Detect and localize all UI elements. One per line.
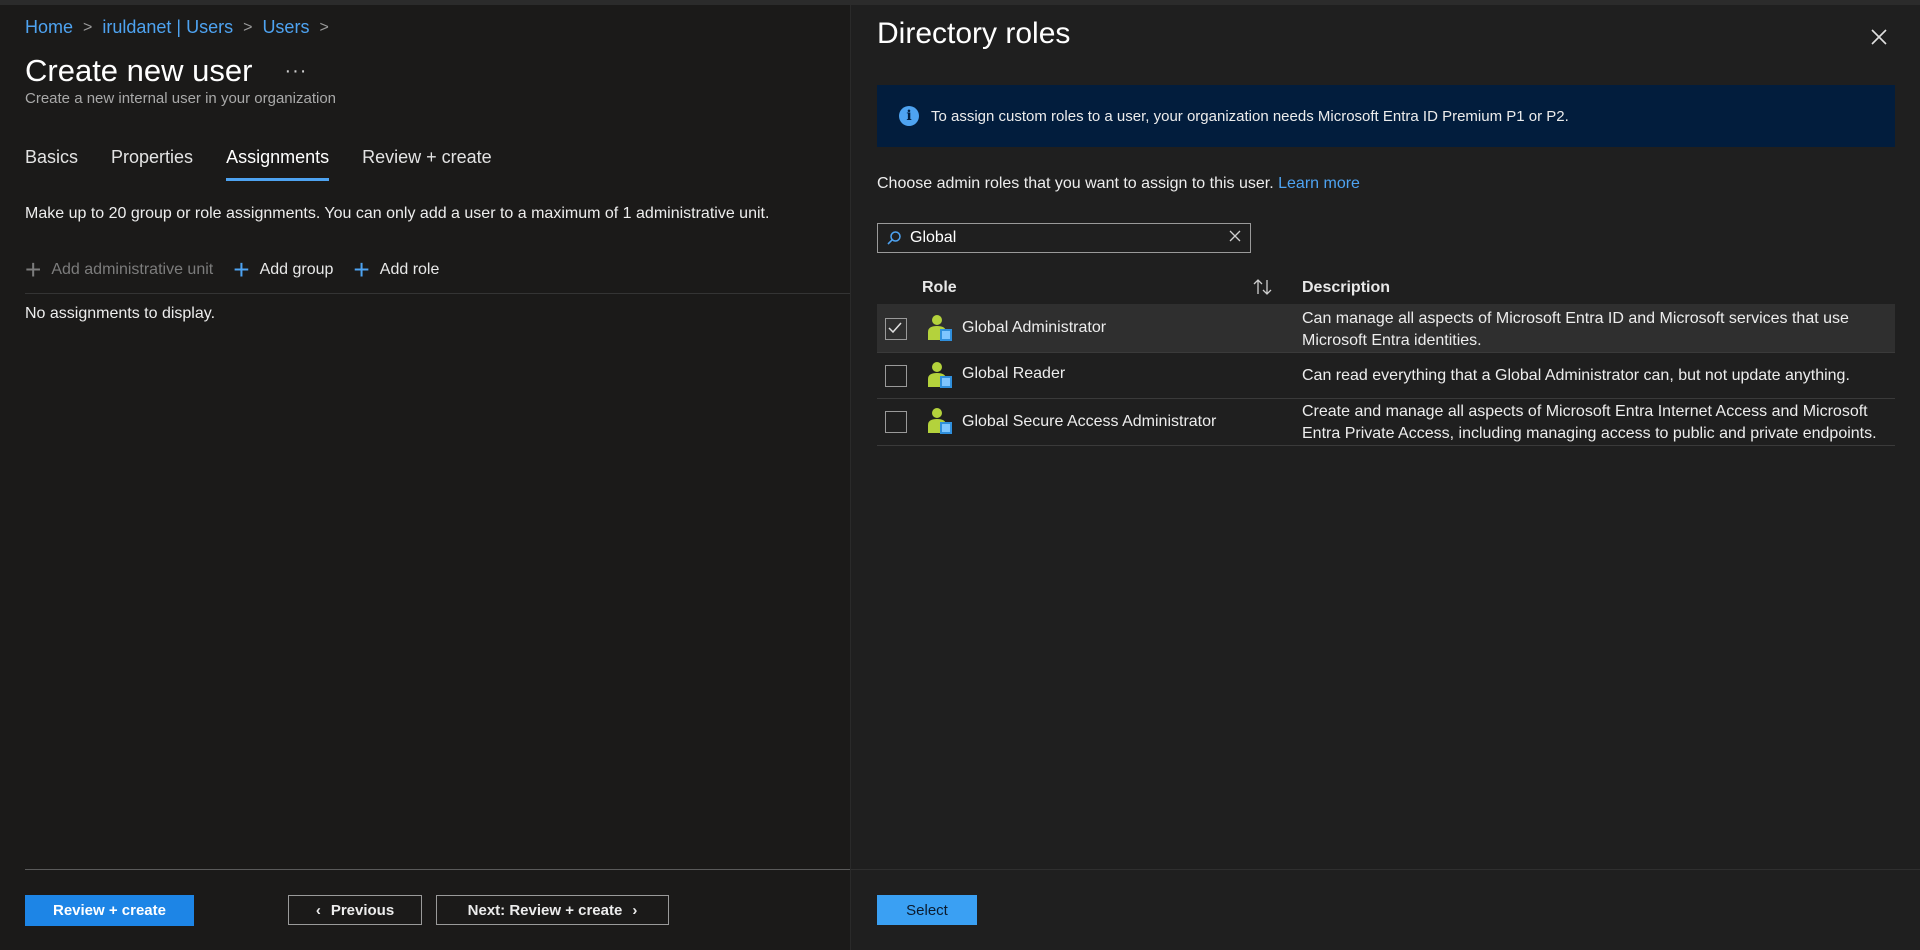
- tab-properties[interactable]: Properties: [111, 147, 193, 181]
- role-description: Create and manage all aspects of Microso…: [1302, 403, 1877, 442]
- empty-assignments-message: No assignments to display.: [25, 305, 216, 322]
- review-create-button[interactable]: Review + create: [25, 895, 194, 926]
- assignments-info: Make up to 20 group or role assignments.…: [25, 205, 770, 222]
- search-icon: [887, 231, 901, 245]
- role-description: Can read everything that a Global Admini…: [1302, 367, 1850, 384]
- panel-title: Directory roles: [877, 17, 1071, 50]
- role-checkbox-global-administrator[interactable]: [885, 318, 907, 340]
- add-role-label: Add role: [379, 261, 440, 278]
- breadcrumb: Home > iruldanet | Users > Users >: [25, 17, 339, 38]
- role-search-box: [877, 223, 1251, 253]
- clear-search-icon[interactable]: [1228, 229, 1242, 243]
- info-icon: i: [899, 106, 919, 126]
- user-role-icon: [928, 408, 952, 434]
- role-search-input[interactable]: [908, 228, 1222, 248]
- learn-more-link[interactable]: Learn more: [1278, 175, 1360, 192]
- sort-icon[interactable]: [1251, 277, 1275, 297]
- tab-assignments[interactable]: Assignments: [226, 147, 330, 181]
- plus-icon: +: [25, 254, 42, 285]
- tab-basics[interactable]: Basics: [25, 147, 78, 181]
- role-name: Global Secure Access Administrator: [962, 413, 1217, 430]
- add-administrative-unit-button[interactable]: + Add administrative unit: [25, 254, 214, 285]
- footer-divider: [25, 869, 850, 870]
- add-group-button[interactable]: + Add group: [233, 254, 334, 285]
- choose-roles-text: Choose admin roles that you want to assi…: [877, 175, 1360, 193]
- add-group-label: Add group: [259, 261, 334, 278]
- chevron-right-icon: >: [243, 18, 253, 36]
- next-label: Next: Review + create: [467, 901, 623, 919]
- assignments-toolbar: + Add administrative unit + Add group + …: [25, 254, 459, 285]
- add-role-button[interactable]: + Add role: [353, 254, 440, 285]
- breadcrumb-tenant-users[interactable]: iruldanet | Users: [102, 17, 233, 38]
- toolbar-divider: [25, 293, 850, 294]
- more-options-icon[interactable]: ···: [284, 60, 307, 83]
- chevron-left-icon: ‹: [315, 901, 321, 919]
- next-review-create-button[interactable]: Next: Review + create ›: [436, 895, 669, 925]
- page-title: Create new user: [25, 53, 253, 88]
- tab-review-create[interactable]: Review + create: [362, 147, 492, 181]
- add-administrative-unit-label: Add administrative unit: [51, 261, 214, 278]
- role-name: Global Reader: [962, 365, 1066, 382]
- premium-info-banner: i To assign custom roles to a user, your…: [877, 85, 1895, 147]
- role-checkbox-global-reader[interactable]: [885, 365, 907, 387]
- role-description: Can manage all aspects of Microsoft Entr…: [1302, 310, 1849, 349]
- chevron-right-icon: >: [83, 18, 93, 36]
- page-subtitle: Create a new internal user in your organ…: [25, 90, 337, 107]
- close-icon[interactable]: [1867, 25, 1891, 49]
- role-row-global-secure-access-administrator[interactable]: Global Secure Access Administrator Creat…: [877, 399, 1895, 446]
- panel-footer-divider: [851, 869, 1920, 870]
- previous-button[interactable]: ‹ Previous: [288, 895, 422, 925]
- column-header-description: Description: [1302, 279, 1391, 296]
- chevron-right-icon: ›: [632, 901, 638, 919]
- column-header-role[interactable]: Role: [922, 279, 957, 297]
- roles-table-header: Role Description: [877, 273, 1895, 303]
- previous-label: Previous: [330, 901, 395, 919]
- plus-icon: +: [353, 254, 370, 285]
- breadcrumb-home[interactable]: Home: [25, 17, 73, 38]
- role-checkbox-global-secure-access-administrator[interactable]: [885, 411, 907, 433]
- banner-text: To assign custom roles to a user, your o…: [931, 107, 1569, 125]
- directory-roles-panel: Directory roles i To assign custom roles…: [850, 5, 1920, 950]
- create-user-pane: Home > iruldanet | Users > Users > Creat…: [0, 5, 850, 950]
- choose-roles-label: Choose admin roles that you want to assi…: [877, 175, 1274, 192]
- checkmark-icon: [888, 322, 902, 334]
- plus-icon: +: [233, 254, 250, 285]
- role-row-global-reader[interactable]: Global Reader Can read everything that a…: [877, 353, 1895, 399]
- page-title-row: Create new user ···: [25, 53, 307, 89]
- user-role-icon: [928, 315, 952, 341]
- breadcrumb-users[interactable]: Users: [262, 17, 309, 38]
- tab-bar: Basics Properties Assignments Review + c…: [25, 147, 525, 181]
- user-role-icon: [928, 362, 952, 388]
- role-row-global-administrator[interactable]: Global Administrator Can manage all aspe…: [877, 304, 1895, 353]
- chevron-right-icon: >: [319, 18, 329, 36]
- role-name: Global Administrator: [962, 319, 1107, 336]
- select-button[interactable]: Select: [877, 895, 977, 925]
